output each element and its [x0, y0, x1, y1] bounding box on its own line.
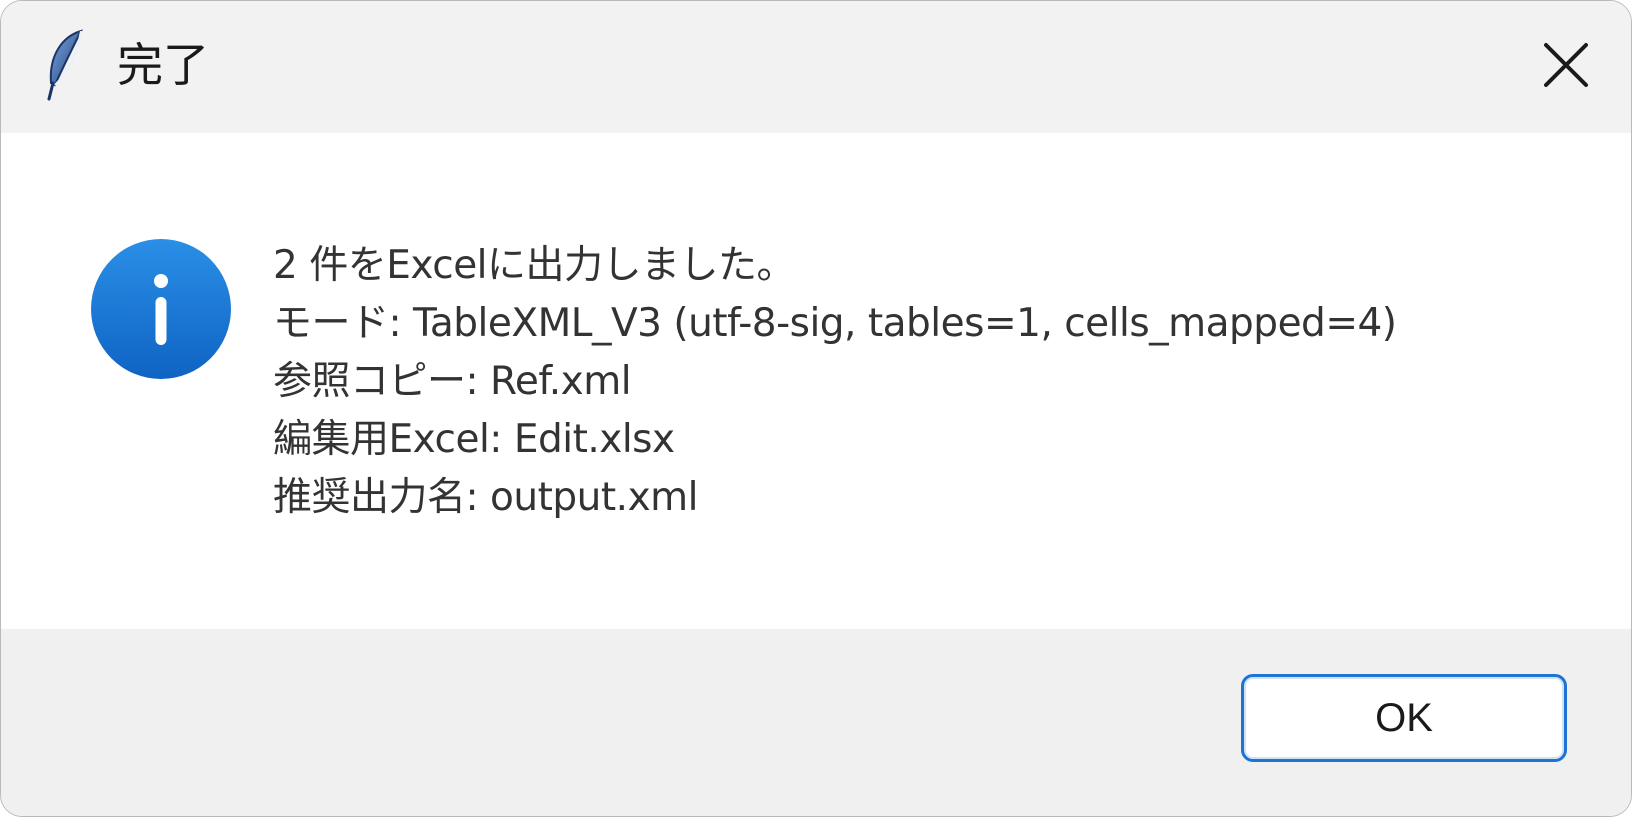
message-dialog: 完了 2 件をExcelに出力しました。 モード: TableXML_V3 (u…: [0, 0, 1632, 817]
message-line-output-name: 推奨出力名: output.xml: [273, 475, 698, 520]
title-bar[interactable]: 完了: [1, 1, 1631, 133]
message-line-edit-excel: 編集用Excel: Edit.xlsx: [273, 417, 675, 462]
close-button[interactable]: [1501, 1, 1631, 133]
info-icon: [89, 237, 233, 381]
dialog-footer: OK: [1, 629, 1631, 816]
dialog-body: 2 件をExcelに出力しました。 モード: TableXML_V3 (utf-…: [1, 133, 1631, 629]
ok-button[interactable]: OK: [1241, 674, 1567, 762]
feather-icon: [41, 27, 91, 103]
close-icon: [1543, 42, 1589, 92]
message-line-count: 2 件をExcelに出力しました。: [273, 243, 796, 288]
message-line-mode: モード: TableXML_V3 (utf-8-sig, tables=1, c…: [273, 301, 1397, 346]
message-line-ref-copy: 参照コピー: Ref.xml: [273, 359, 632, 404]
message-text: 2 件をExcelに出力しました。 モード: TableXML_V3 (utf-…: [273, 237, 1397, 527]
window-title: 完了: [117, 38, 209, 92]
